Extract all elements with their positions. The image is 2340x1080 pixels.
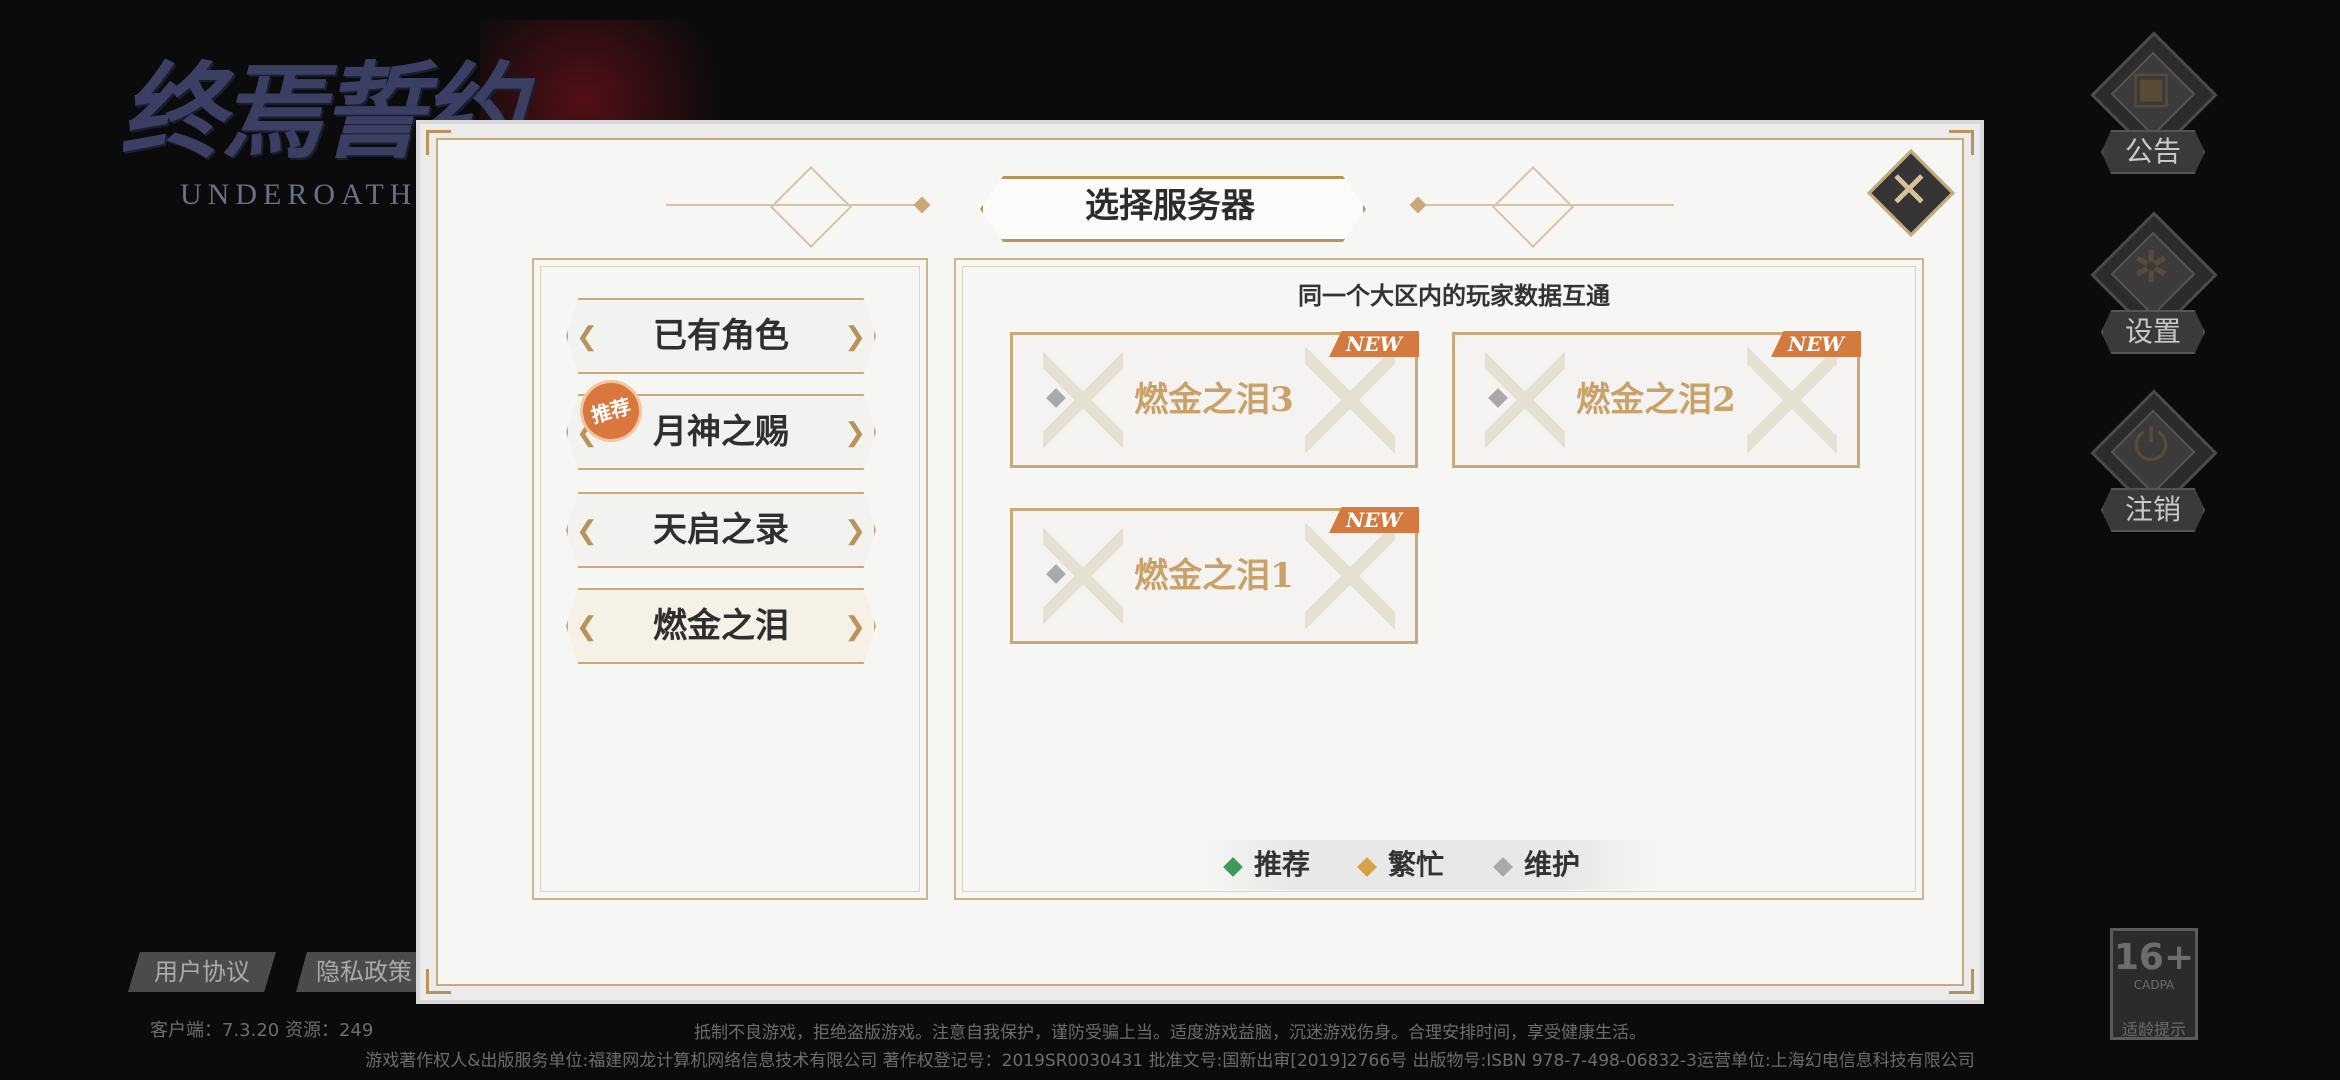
maintenance-diamond-icon (1493, 856, 1513, 877)
status-legend: 推荐 繁忙 维护 (1200, 840, 1660, 890)
settings-icon: ✲ (2132, 242, 2170, 293)
tab-apocalypse-record[interactable]: ❮ 天启之录 ❯ (566, 492, 876, 568)
legend-label: 维护 (1524, 848, 1581, 881)
user-agreement-link[interactable]: 用户协议 (128, 952, 276, 992)
notice-label: 公告 (2101, 130, 2205, 174)
dialog-title: 选择服务器 (1085, 186, 1255, 226)
close-button[interactable]: ✕ (1867, 149, 1955, 237)
publisher-info: 游戏著作权人&出版服务单位:福建网龙计算机网络信息技术有限公司 著作权登记号：2… (365, 1051, 1975, 1071)
settings-label: 设置 (2101, 310, 2205, 354)
logout-label: 注销 (2101, 488, 2205, 532)
tab-existing-characters[interactable]: ❮ 已有角色 ❯ (566, 298, 876, 374)
corner-ornament (426, 130, 451, 155)
server-card[interactable]: 燃金之泪1 NEW (1010, 507, 1419, 644)
logo-subtitle: UNDEROATH (180, 178, 418, 211)
settings-button[interactable]: ✲ 设置 (2085, 211, 2218, 370)
region-hint-text: 同一个大区内的玩家数据互通 (1298, 281, 1610, 310)
new-badge: NEW (1329, 331, 1419, 357)
privacy-policy-link[interactable]: 隐私政策 (296, 952, 432, 992)
logout-button[interactable]: ⏻ 注销 (2085, 389, 2218, 548)
legend-recommended: 推荐 (1223, 840, 1311, 890)
new-badge: NEW (1329, 507, 1419, 533)
server-card[interactable]: 燃金之泪3 NEW (1010, 331, 1419, 468)
chevron-right-icon: ❯ (844, 612, 866, 642)
legend-busy: 繁忙 (1357, 840, 1445, 890)
legend-label: 繁忙 (1388, 848, 1445, 881)
server-card[interactable]: 燃金之泪2 NEW (1452, 331, 1861, 468)
corner-ornament (1949, 130, 1974, 155)
notice-button[interactable]: ▣ 公告 (2085, 31, 2218, 190)
corner-ornament (426, 969, 451, 994)
chevron-right-icon: ❯ (844, 516, 866, 546)
legend-label: 推荐 (1254, 848, 1311, 881)
chevron-right-icon: ❯ (844, 322, 866, 352)
chevron-right-icon: ❯ (844, 418, 866, 448)
tab-burning-gold-tears[interactable]: ❮ 燃金之泪 ❯ (566, 588, 876, 664)
age-tip-label[interactable]: 适龄提示 (2110, 1016, 2198, 1040)
legend-maintenance: 维护 (1493, 840, 1581, 890)
corner-ornament (1949, 969, 1974, 994)
health-notice: 抵制不良游戏，拒绝盗版游戏。注意自我保护，谨防受骗上当。适度游戏益脑，沉迷游戏伤… (694, 1023, 1646, 1043)
tab-label: 燃金之泪 (653, 606, 789, 646)
tab-label: 天启之录 (653, 510, 789, 550)
notice-icon: ▣ (2130, 62, 2172, 113)
age-rating-org: CADPA (2133, 978, 2175, 992)
recommended-diamond-icon (1223, 856, 1243, 877)
logout-icon: ⏻ (2133, 420, 2169, 471)
dialog-title-plate: 选择服务器 (980, 176, 1366, 242)
busy-diamond-icon (1357, 856, 1377, 877)
close-icon: ✕ (1888, 161, 1930, 219)
age-rating-value: 16+ (2113, 937, 2195, 978)
tab-label: 已有角色 (653, 316, 789, 356)
new-badge: NEW (1771, 331, 1861, 357)
